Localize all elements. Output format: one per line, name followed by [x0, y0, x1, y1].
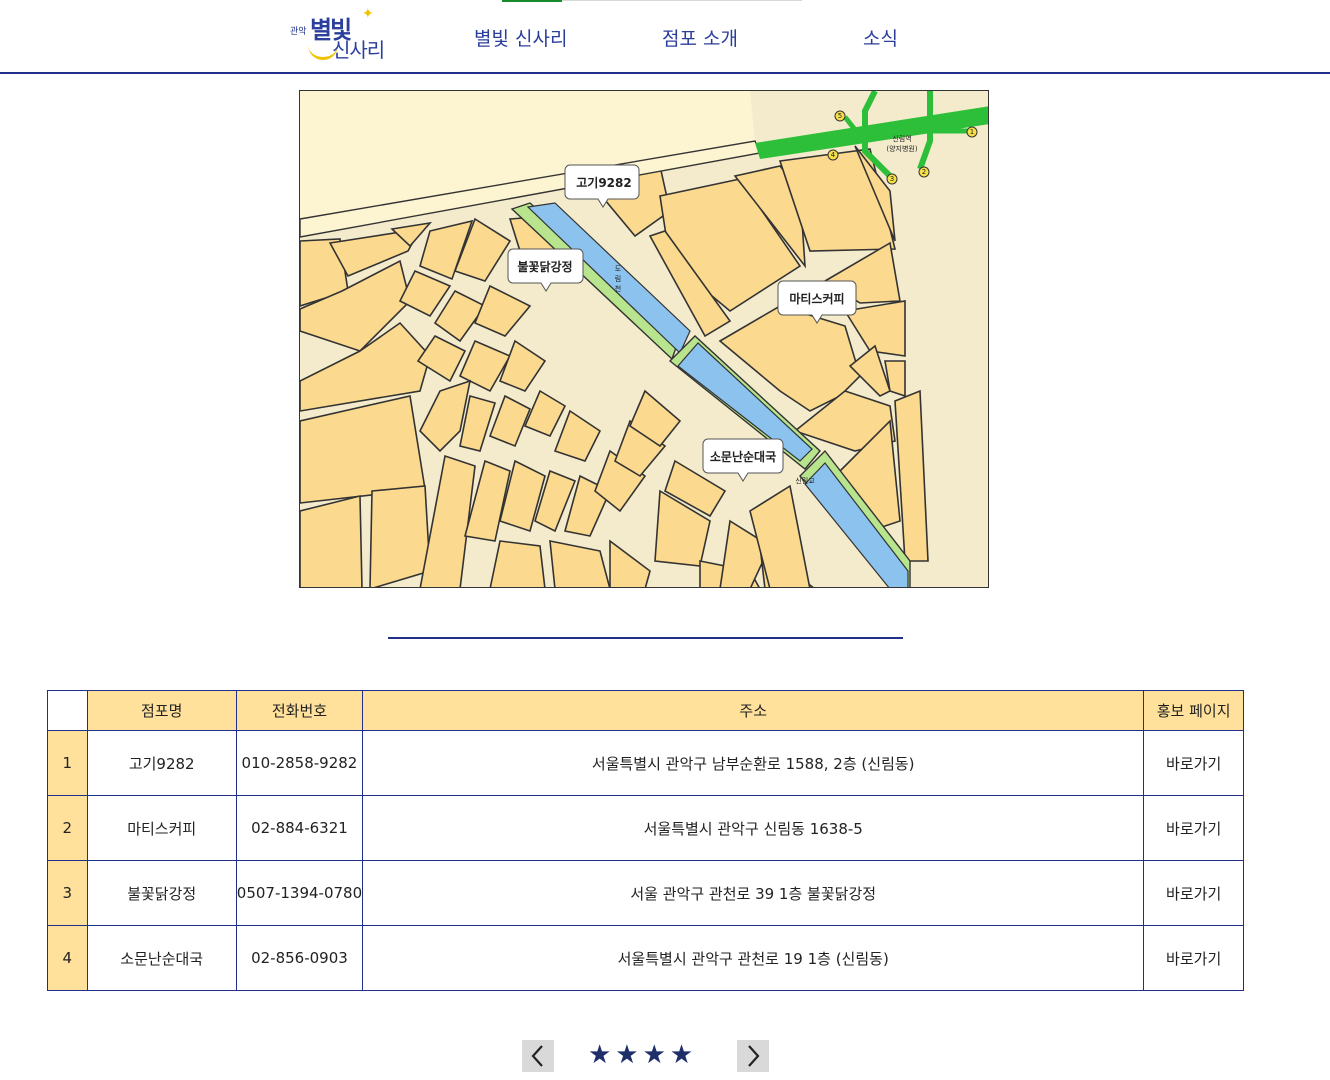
promo-cell: 바로가기	[1143, 795, 1244, 861]
promo-cell: 바로가기	[1143, 925, 1244, 991]
exit-label: 2	[922, 168, 926, 176]
promo-link[interactable]: 바로가기	[1166, 885, 1221, 903]
table-row: 4 소문난순대국 02-856-0903 서울특별시 관악구 관천로 19 1층…	[47, 925, 1244, 991]
nav-item-news[interactable]: 소식	[863, 24, 898, 51]
store-table: 점포명 전화번호 주소 홍보 페이지 1 고기9282 010-2858-928…	[47, 690, 1244, 991]
logo-small-text: 관악	[290, 27, 307, 37]
nav-item-stores[interactable]: 점포 소개	[662, 24, 738, 51]
table-header-name: 점포명	[86, 690, 237, 731]
pagination: ★★★★	[0, 1040, 1330, 1074]
callout-label: 고기9282	[576, 175, 631, 190]
bridge-label: 신림교	[795, 476, 815, 485]
table-header-address: 주소	[362, 690, 1145, 731]
site-header: 관악 별빛 ✦ 신사리 별빛 신사리 점포 소개 소식	[0, 0, 1330, 74]
row-number: 1	[47, 730, 88, 796]
store-name: 소문난순대국	[86, 925, 237, 991]
table-row: 1 고기9282 010-2858-9282 서울특별시 관악구 남부순환로 1…	[47, 730, 1244, 796]
store-phone: 02-856-0903	[235, 925, 364, 991]
prev-page-button[interactable]	[522, 1040, 554, 1072]
table-header-corner	[47, 690, 88, 731]
park-label: 림	[615, 275, 621, 283]
section-divider	[388, 637, 903, 639]
promo-cell: 바로가기	[1143, 860, 1244, 926]
callout-label: 소문난순대국	[710, 450, 776, 464]
nav-indicator-track	[562, 0, 802, 1]
store-address: 서울 관악구 관천로 39 1층 불꽃닭강정	[362, 860, 1145, 926]
nav-item-about[interactable]: 별빛 신사리	[474, 24, 567, 51]
store-map: 5 4 3 2 1 신림역 (양지병원) 도 림 천 신림교 고기9282 불꽃…	[299, 90, 989, 588]
promo-cell: 바로가기	[1143, 730, 1244, 796]
chevron-right-icon	[748, 1045, 760, 1067]
row-number: 4	[47, 925, 88, 991]
store-name: 불꽃닭강정	[86, 860, 237, 926]
station-sub: (양지병원)	[886, 144, 917, 153]
page-stars[interactable]: ★★★★	[588, 1040, 697, 1072]
park-label: 천	[615, 284, 621, 293]
station-name: 신림역	[892, 134, 911, 143]
promo-link[interactable]: 바로가기	[1166, 820, 1221, 838]
store-address: 서울특별시 관악구 관천로 19 1층 (신림동)	[362, 925, 1145, 991]
store-address: 서울특별시 관악구 신림동 1638-5	[362, 795, 1145, 861]
table-header-row: 점포명 전화번호 주소 홍보 페이지	[47, 690, 1244, 731]
promo-link[interactable]: 바로가기	[1166, 950, 1221, 968]
chevron-left-icon	[531, 1045, 543, 1067]
exit-label: 3	[890, 175, 894, 183]
promo-link[interactable]: 바로가기	[1166, 755, 1221, 773]
exit-label: 1	[970, 128, 974, 136]
store-phone: 02-884-6321	[235, 795, 364, 861]
table-row: 3 불꽃닭강정 0507-1394-0780 서울 관악구 관천로 39 1층 …	[47, 860, 1244, 926]
logo-star-icon: ✦	[362, 6, 374, 22]
exit-label: 5	[838, 112, 842, 120]
site-logo[interactable]: 관악 별빛 ✦ 신사리	[288, 4, 403, 62]
table-header-phone: 전화번호	[235, 690, 364, 731]
store-phone: 010-2858-9282	[235, 730, 364, 796]
store-phone: 0507-1394-0780	[235, 860, 364, 926]
store-address: 서울특별시 관악구 남부순환로 1588, 2층 (신림동)	[362, 730, 1145, 796]
store-name: 고기9282	[86, 730, 237, 796]
park-label: 도	[615, 265, 622, 273]
store-name: 마티스커피	[86, 795, 237, 861]
next-page-button[interactable]	[737, 1040, 769, 1072]
row-number: 2	[47, 795, 88, 861]
logo-sub-text: 신사리	[332, 38, 385, 62]
nav-active-indicator	[502, 0, 562, 2]
callout-label: 불꽃닭강정	[517, 259, 572, 274]
row-number: 3	[47, 860, 88, 926]
table-row: 2 마티스커피 02-884-6321 서울특별시 관악구 신림동 1638-5…	[47, 795, 1244, 861]
exit-label: 4	[831, 151, 836, 159]
callout-label: 마티스커피	[789, 291, 844, 306]
table-header-promo: 홍보 페이지	[1143, 690, 1244, 731]
